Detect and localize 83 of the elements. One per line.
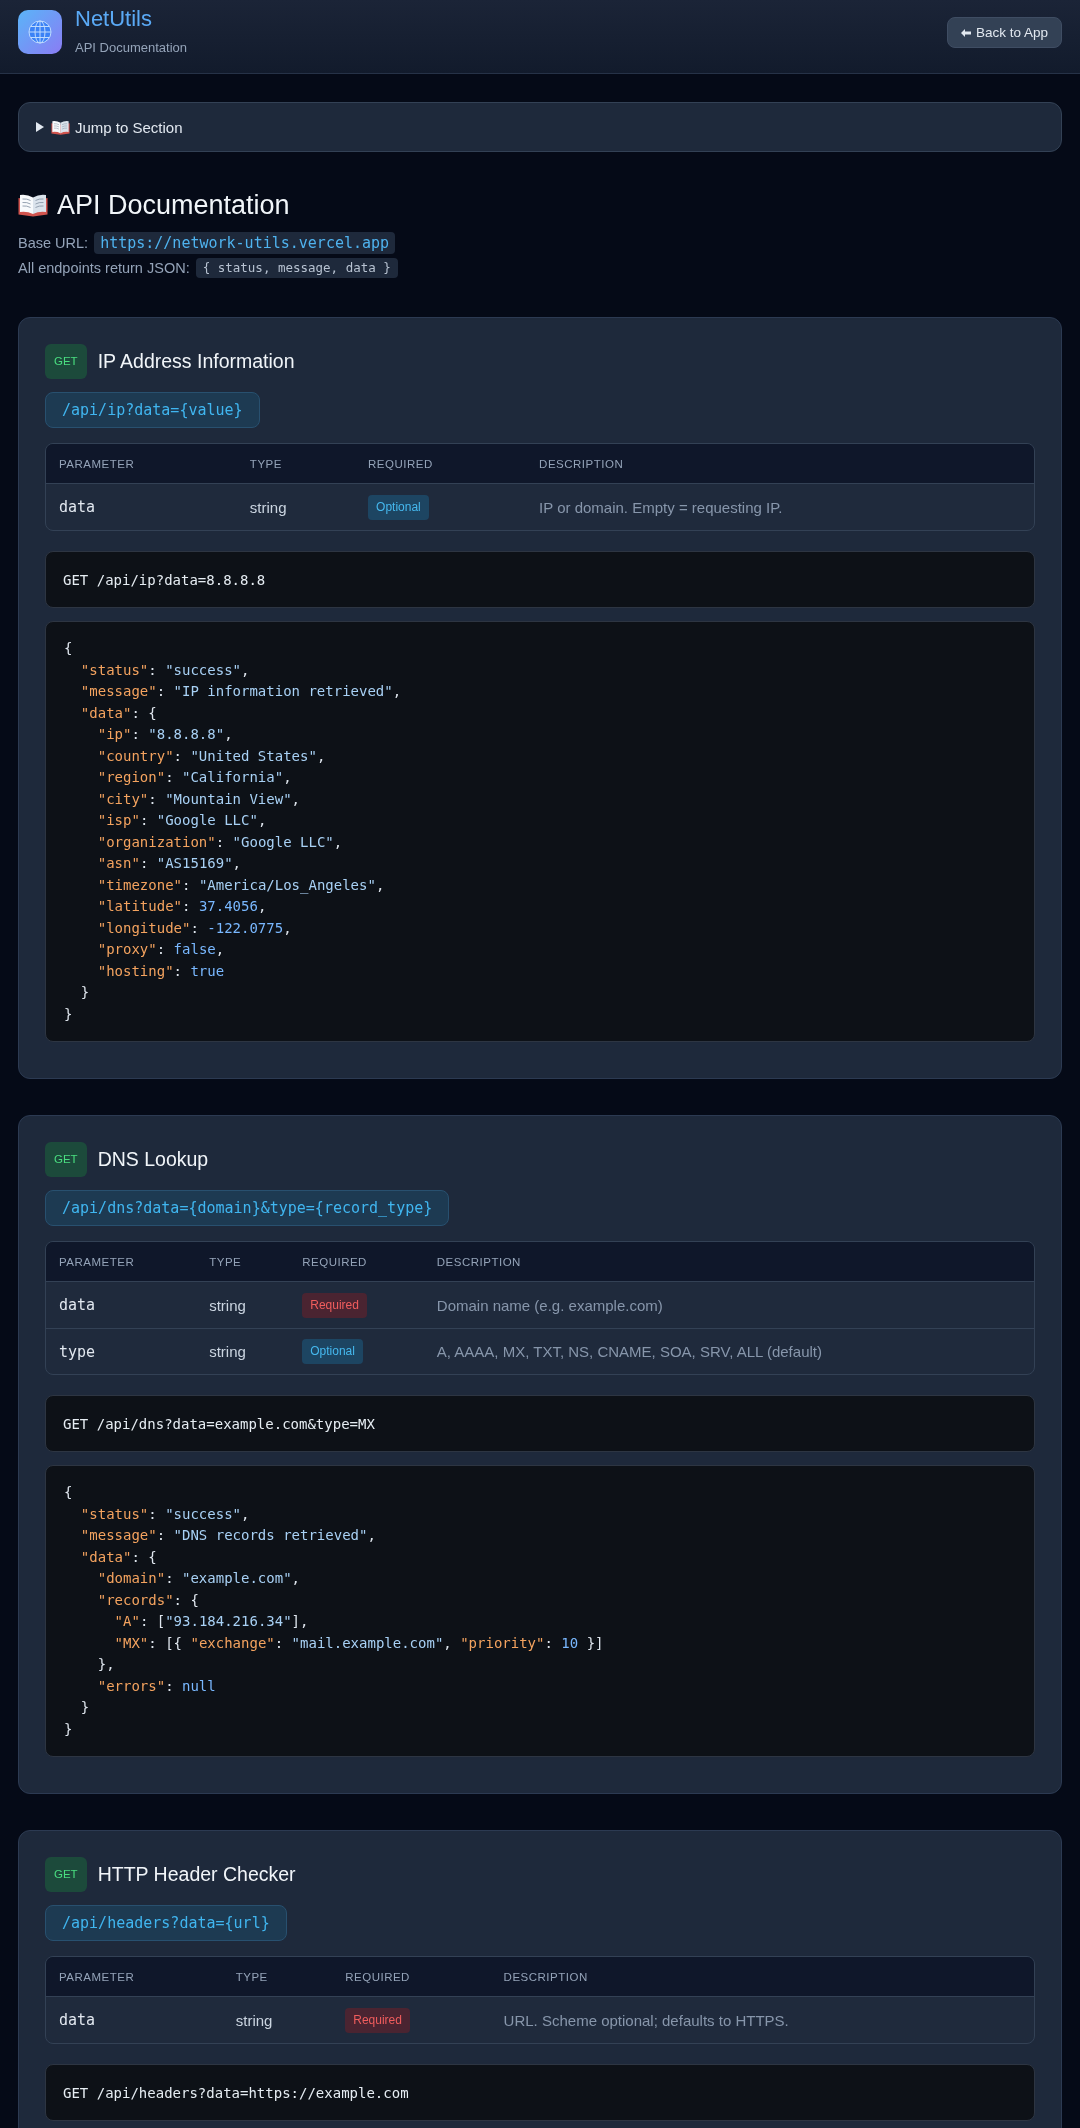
- code-line: }: [79, 983, 90, 1002]
- table-cell-text: URL. Scheme optional; defaults to HTTPS.: [502, 2010, 790, 2031]
- table-cell-text: string: [208, 1295, 247, 1316]
- code-line: "timezone": "America/Los_Angeles",: [96, 875, 385, 896]
- http-method-badge: GET: [45, 344, 87, 379]
- column-header: DESCRIPTION: [423, 1242, 1034, 1282]
- endpoint-title: HTTP Header Checker: [97, 1863, 296, 1886]
- code-line: "city": "Mountain View",: [96, 789, 301, 809]
- base-url-label: Base URL:: [18, 234, 89, 251]
- column-header: PARAMETER: [46, 1242, 197, 1282]
- left-arrow-icon: [960, 28, 971, 37]
- requirement-badge: Optional: [302, 1339, 363, 1364]
- code-line: "message": "IP information retrieved",: [79, 682, 402, 701]
- table-cell-text: string: [248, 497, 288, 518]
- table-cell: string: [196, 1328, 290, 1374]
- column-header: TYPE: [196, 1242, 290, 1282]
- code-line: "A": ["93.184.216.34"],: [113, 1612, 309, 1631]
- code-line: "organization": "Google LLC",: [96, 832, 343, 852]
- requirement-badge: Required: [345, 2007, 410, 2033]
- http-method-badge: GET: [45, 1857, 87, 1892]
- back-button[interactable]: Back to App: [946, 17, 1062, 48]
- code-line: "country": "United States",: [96, 746, 326, 766]
- column-header: TYPE: [222, 1957, 333, 1997]
- open-book-icon: [18, 193, 48, 217]
- open-book-icon: [51, 119, 70, 135]
- code-line: "errors": null: [96, 1676, 216, 1696]
- app-title: NetUtils: [75, 7, 153, 31]
- code-line: "proxy": false,: [96, 940, 225, 959]
- code-line: "asn": "AS15169",: [96, 854, 242, 873]
- json-shape-code: { status, message, data }: [195, 257, 398, 278]
- requirement-badge: Required: [302, 1292, 367, 1318]
- code-line: "hosting": true: [96, 961, 225, 981]
- endpoint-path: /api/headers?data={url}: [45, 1905, 287, 1941]
- code-line: "longitude": -122.0775,: [96, 918, 292, 938]
- table-cell-text: Domain name (e.g. example.com): [435, 1295, 664, 1316]
- endpoint-path: /api/ip?data={value}: [45, 392, 260, 428]
- json-note-label: All endpoints return JSON:: [18, 259, 190, 276]
- code-line: "domain": "example.com",: [96, 1569, 301, 1588]
- column-header: REQUIRED: [289, 1242, 424, 1282]
- code-line: {: [64, 1483, 73, 1502]
- column-header: REQUIRED: [332, 1957, 491, 1997]
- globe-icon: [18, 10, 62, 54]
- example-request-code: GET /api/ip?data=8.8.8.8: [45, 551, 1035, 608]
- table-cell-text: string: [234, 2010, 274, 2031]
- table-cell-text: data: [58, 1295, 97, 1316]
- endpoint-title: DNS Lookup: [97, 1148, 209, 1171]
- code-line: "isp": "Google LLC",: [96, 811, 267, 830]
- code-line: "status": "success",: [79, 1504, 250, 1524]
- table-cell-text: data: [58, 497, 97, 518]
- app-subtitle: API Documentation: [75, 40, 187, 56]
- example-request-code: GET /api/dns?data=example.com&type=MX: [45, 1395, 1035, 1452]
- column-header: PARAMETER: [46, 444, 237, 484]
- column-header: DESCRIPTION: [490, 1957, 1034, 1997]
- code-line: }: [79, 1698, 90, 1717]
- code-line: "latitude": 37.4056,: [96, 897, 267, 916]
- column-header: REQUIRED: [355, 444, 527, 484]
- code-line: }: [64, 1719, 73, 1739]
- column-header: PARAMETER: [46, 1957, 223, 1997]
- code-line: "message": "DNS records retrieved",: [79, 1526, 376, 1545]
- code-line: },: [96, 1655, 115, 1674]
- base-url-code: https://network-utils.vercel.app: [94, 231, 396, 254]
- code-line: "status": "success",: [79, 660, 250, 680]
- code-line: {: [64, 639, 73, 658]
- column-header: DESCRIPTION: [526, 444, 1034, 484]
- requirement-badge: Optional: [368, 494, 429, 520]
- code-line: "data": {: [79, 703, 157, 723]
- endpoint-path: /api/dns?data={domain}&type={record_type}: [45, 1190, 450, 1226]
- table-cell-text: IP or domain. Empty = requesting IP.: [538, 497, 784, 518]
- code-line: }: [64, 1004, 73, 1024]
- code-line: "ip": "8.8.8.8",: [96, 725, 233, 744]
- table-cell: type: [46, 1328, 197, 1374]
- endpoint-title: IP Address Information: [97, 350, 295, 373]
- table-cell-text: data: [58, 2010, 97, 2031]
- page-title: API Documentation: [57, 189, 290, 222]
- code-line: "records": {: [96, 1590, 199, 1610]
- example-request-code: GET /api/headers?data=https://example.com: [45, 2064, 1035, 2121]
- http-method-badge: GET: [45, 1142, 87, 1177]
- code-line: "MX": [{ "exchange": "mail.example.com", "priority": 10 }]: [113, 1633, 604, 1653]
- column-header: TYPE: [236, 444, 356, 484]
- jump-to-section-toggle[interactable]: Jump to Section: [18, 102, 1062, 152]
- table-cell: A, AAAA, MX, TXT, NS, CNAME, SOA, SRV, ALL (default): [423, 1328, 1034, 1374]
- code-line: "region": "California",: [96, 768, 292, 787]
- code-line: "data": {: [79, 1547, 157, 1567]
